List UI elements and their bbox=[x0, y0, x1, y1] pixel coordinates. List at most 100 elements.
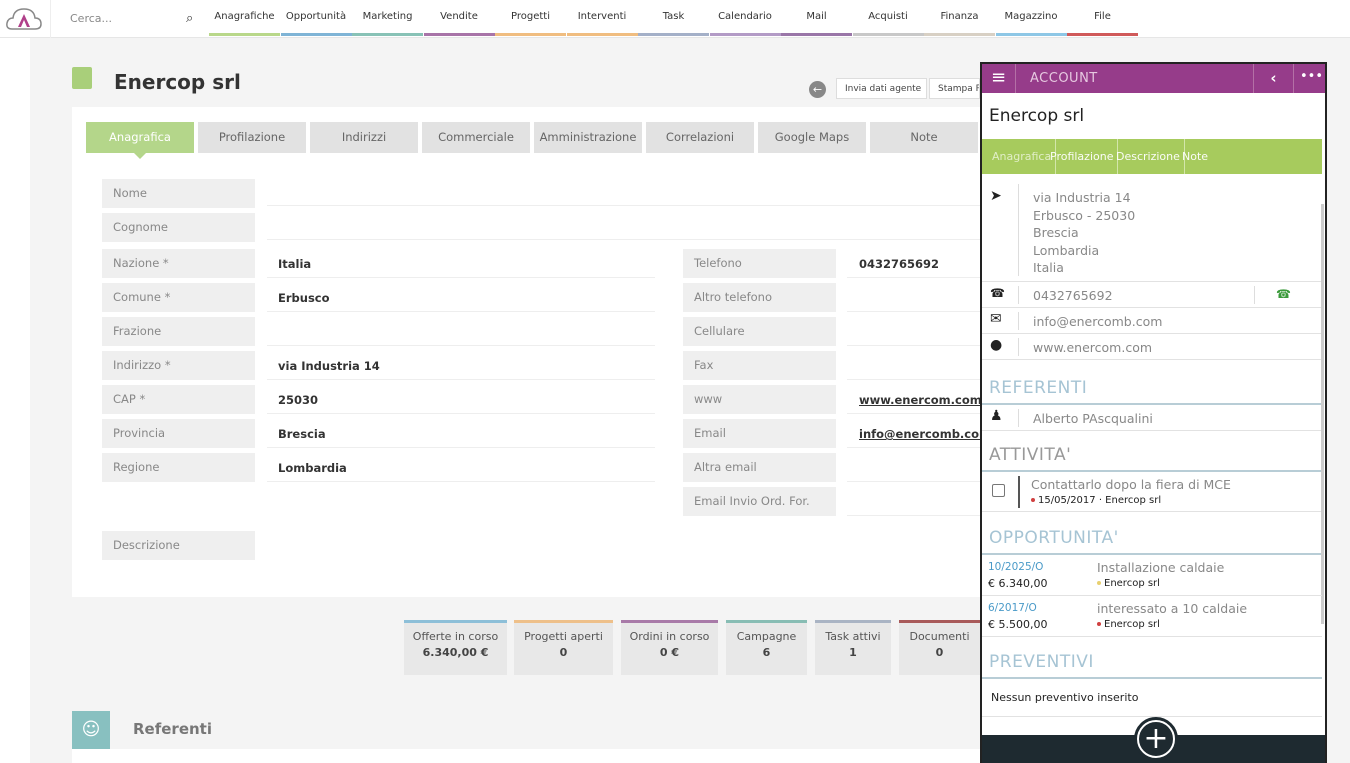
call-icon[interactable]: ☎ bbox=[1276, 287, 1291, 301]
field-nazione[interactable]: Italia bbox=[267, 249, 655, 278]
nav-interventi[interactable]: Interventi bbox=[566, 0, 638, 36]
hamburger-menu-icon[interactable]: ≡ bbox=[982, 64, 1016, 93]
tab-amministrazione[interactable]: Amministrazione bbox=[534, 122, 642, 153]
nav-anagrafiche[interactable]: Anagrafiche bbox=[209, 0, 280, 36]
address-line: via Industria 14 bbox=[1033, 190, 1131, 205]
search-icon[interactable]: ⌕ bbox=[186, 11, 193, 26]
app-logo-icon[interactable] bbox=[4, 5, 44, 33]
attivita-row[interactable]: Contattarlo dopo la fiera di MCE 15/05/2… bbox=[982, 472, 1322, 512]
preventivi-empty: Nessun preventivo inserito bbox=[991, 691, 1139, 704]
referente-name: Alberto PAscqualini bbox=[1033, 411, 1153, 426]
tab-note[interactable]: Note bbox=[870, 122, 978, 153]
account-name: Enercop srl bbox=[1104, 619, 1160, 630]
field-label-indirizzo: Indirizzo * bbox=[102, 351, 255, 380]
mobile-tab-profilazione[interactable]: Profilazione bbox=[1046, 139, 1119, 174]
nav-task[interactable]: Task bbox=[638, 0, 709, 36]
email-row[interactable]: ✉ info@enercomb.com bbox=[982, 308, 1322, 334]
field-indirizzo[interactable]: via Industria 14 bbox=[267, 351, 655, 380]
field-www[interactable]: www.enercom.com bbox=[847, 385, 980, 414]
opportunita-account: Enercop srl bbox=[1097, 578, 1160, 589]
send-agent-data-button[interactable]: Invia dati agente bbox=[836, 78, 927, 99]
stat-value: 6.340,00 € bbox=[422, 646, 489, 659]
tab-correlazioni[interactable]: Correlazioni bbox=[646, 122, 754, 153]
field-nome[interactable] bbox=[267, 177, 980, 206]
nav-magazzino[interactable]: Magazzino bbox=[995, 0, 1067, 36]
field-cap[interactable]: 25030 bbox=[267, 385, 655, 414]
tab-indirizzi[interactable]: Indirizzi bbox=[310, 122, 418, 153]
nav-opportunità[interactable]: Opportunità bbox=[280, 0, 352, 36]
top-navbar: Cerca... ⌕ Anagrafiche Opportunità Marketi… bbox=[0, 0, 1350, 38]
search-input[interactable]: Cerca... bbox=[70, 12, 180, 25]
preventivi-heading: PREVENTIVI bbox=[989, 652, 1094, 672]
mobile-tab-descrizione[interactable]: Descrizione bbox=[1112, 139, 1185, 174]
field-provincia[interactable]: Brescia bbox=[267, 419, 655, 448]
web-row[interactable]: ● www.enercom.com bbox=[982, 334, 1322, 360]
nav-progetti[interactable]: Progetti bbox=[495, 0, 566, 36]
referenti-card bbox=[72, 749, 982, 763]
nav-calendario[interactable]: Calendario bbox=[709, 0, 781, 36]
mobile-header-title: ACCOUNT bbox=[1030, 71, 1098, 86]
stat-task-attivi: Task attivi 1 bbox=[815, 620, 891, 675]
field-label-frazione: Frazione bbox=[102, 317, 255, 346]
tab-profilazione[interactable]: Profilazione bbox=[198, 122, 306, 153]
account-name: Enercop srl bbox=[1104, 578, 1160, 589]
field-cellulare[interactable] bbox=[847, 317, 980, 346]
field-label-descrizione: Descrizione bbox=[102, 531, 255, 560]
referente-row[interactable]: ♟ Alberto PAscqualini bbox=[982, 405, 1322, 431]
back-arrow-icon[interactable]: ← bbox=[809, 81, 826, 98]
field-label-nazione: Nazione * bbox=[102, 249, 255, 278]
nav-file[interactable]: File bbox=[1067, 0, 1138, 36]
mobile-header: ≡ ACCOUNT ‹ ••• bbox=[982, 64, 1325, 93]
field-altra-email[interactable] bbox=[847, 453, 980, 482]
field-label-email: Email bbox=[683, 419, 836, 448]
globe-icon: ● bbox=[990, 337, 1003, 353]
referenti-heading: REFERENTI bbox=[989, 378, 1088, 398]
field-label-www: www bbox=[683, 385, 836, 414]
opportunita-code[interactable]: 10/2025/O bbox=[988, 561, 1043, 573]
field-label-regione: Regione bbox=[102, 453, 255, 482]
tab-commerciale[interactable]: Commerciale bbox=[422, 122, 530, 153]
user-icon: ☺ bbox=[72, 711, 110, 749]
opportunita-code[interactable]: 6/2017/O bbox=[988, 602, 1037, 614]
field-frazione[interactable] bbox=[267, 317, 655, 346]
phone-row[interactable]: ☎ 0432765692 ☎ bbox=[982, 282, 1322, 308]
user-icon: ♟ bbox=[990, 408, 1003, 424]
tab-anagrafica[interactable]: Anagrafica bbox=[86, 122, 194, 159]
stat-value: 0 bbox=[935, 646, 944, 659]
nav-vendite[interactable]: Vendite bbox=[423, 0, 495, 36]
stat-label: Progetti aperti bbox=[524, 630, 603, 643]
nav-acquisti[interactable]: Acquisti bbox=[852, 0, 924, 36]
nav-mail[interactable]: Mail bbox=[781, 0, 852, 36]
task-checkbox[interactable] bbox=[992, 484, 1005, 497]
phone-icon: ☎ bbox=[990, 286, 1005, 300]
attivita-meta: 15/05/2017 · Enercop srl bbox=[1038, 495, 1162, 506]
add-button[interactable]: + bbox=[1134, 717, 1178, 761]
field-label-altra-email: Altra email bbox=[683, 453, 836, 482]
tab-google-maps[interactable]: Google Maps bbox=[758, 122, 866, 153]
opportunita-row[interactable]: 6/2017/O € 5.500,00 interessato a 10 calda… bbox=[982, 596, 1322, 637]
left-gutter bbox=[0, 38, 30, 763]
stat-progetti-aperti: Progetti aperti 0 bbox=[514, 620, 613, 675]
opportunita-row[interactable]: 10/2025/O € 6.340,00 Installazione caldaie… bbox=[982, 555, 1322, 596]
field-email[interactable]: info@enercomb.com bbox=[847, 419, 980, 448]
stat-value: 6 bbox=[762, 646, 771, 659]
field-cognome[interactable] bbox=[267, 211, 980, 240]
field-label-cap: CAP * bbox=[102, 385, 255, 414]
field-label-comune: Comune * bbox=[102, 283, 255, 312]
field-comune[interactable]: Erbusco bbox=[267, 283, 655, 312]
field-telefono[interactable]: 0432765692 bbox=[847, 249, 980, 278]
stat-offerte-in-corso: Offerte in corso 6.340,00 € bbox=[404, 620, 507, 675]
nav-finanza[interactable]: Finanza bbox=[924, 0, 995, 36]
nav-marketing[interactable]: Marketing bbox=[352, 0, 423, 36]
more-options-icon[interactable]: ••• bbox=[1293, 64, 1325, 93]
field-regione[interactable]: Lombardia bbox=[267, 453, 655, 482]
chevron-left-icon[interactable]: ‹ bbox=[1253, 64, 1293, 93]
stat-label: Task attivi bbox=[825, 630, 881, 643]
field-fax[interactable] bbox=[847, 351, 980, 380]
print-button[interactable]: Stampa P bbox=[929, 78, 980, 99]
mobile-tab-note[interactable]: Note bbox=[1178, 139, 1212, 174]
field-label-telefono: Telefono bbox=[683, 249, 836, 278]
field-altro-telefono[interactable] bbox=[847, 283, 980, 312]
attivita-heading: ATTIVITA' bbox=[989, 445, 1072, 465]
field-email-invio-ord-for-[interactable] bbox=[847, 487, 980, 516]
